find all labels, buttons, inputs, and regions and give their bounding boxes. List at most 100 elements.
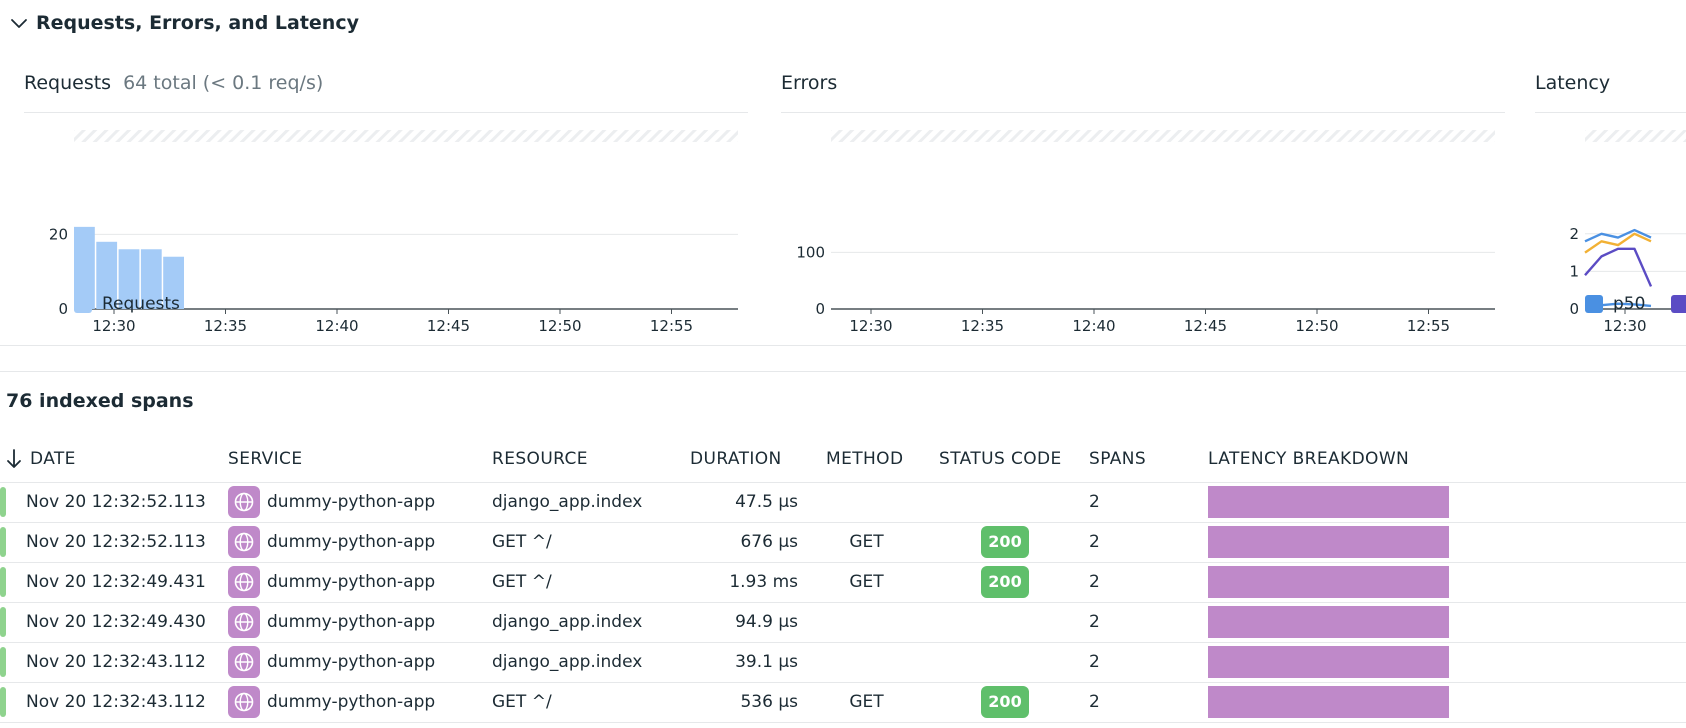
spans-cell: 2 <box>1082 522 1201 563</box>
service-cell[interactable]: dummy-python-app <box>228 602 475 643</box>
status-code-cell <box>928 602 1082 643</box>
legend-label-requests[interactable]: Requests <box>102 294 180 314</box>
method-cell <box>805 602 928 643</box>
spans-cell: 2 <box>1082 682 1201 723</box>
y-tick-label: 2 <box>1569 225 1579 243</box>
latency-panel: Latency 0 1 2 12:30 p50 <box>1535 64 1686 364</box>
requests-total: 64 total (< 0.1 req/s) <box>123 72 324 94</box>
chevron-down-icon[interactable] <box>8 12 30 34</box>
spans-cell: 2 <box>1082 602 1201 643</box>
y-tick-label: 100 <box>796 243 825 261</box>
latency-breakdown-cell <box>1201 562 1686 603</box>
column-header-resource[interactable]: RESOURCE <box>475 437 678 483</box>
resource-cell: GET ^/ <box>475 682 678 723</box>
section-divider <box>0 345 1686 346</box>
spans-cell: 2 <box>1082 642 1201 683</box>
x-tick-label: 12:45 <box>427 317 470 335</box>
service-cell[interactable]: dummy-python-app <box>228 562 475 603</box>
series-line <box>1584 247 1653 287</box>
column-header-method[interactable]: METHOD <box>805 437 928 483</box>
status-code-badge: 200 <box>981 566 1029 598</box>
service-cell[interactable]: dummy-python-app <box>228 522 475 563</box>
column-header-status-code[interactable]: STATUS CODE <box>928 437 1082 483</box>
service-name: dummy-python-app <box>267 652 436 672</box>
table-row[interactable]: Nov 20 12:32:43.112 dummy-python-app GET ^… <box>0 682 1686 723</box>
method-cell: GET <box>805 682 928 723</box>
column-header-spans[interactable]: SPANS <box>1082 437 1201 483</box>
table-row[interactable]: Nov 20 12:32:52.113 dummy-python-app GET ^… <box>0 522 1686 563</box>
column-header-service[interactable]: SERVICE <box>228 437 475 483</box>
latency-breakdown-bar <box>1208 646 1449 678</box>
column-header-duration[interactable]: DURATION <box>678 437 805 483</box>
column-header-latency-breakdown[interactable]: LATENCY BREAKDOWN <box>1201 437 1686 483</box>
service-cell[interactable]: dummy-python-app <box>228 682 475 723</box>
arrow-down-icon[interactable] <box>6 448 22 470</box>
duration-cell: 536 µs <box>678 682 805 723</box>
legend-swatch-p50 <box>1585 295 1603 313</box>
latency-chart[interactable]: 0 1 2 12:30 <box>1535 120 1686 335</box>
requests-title: Requests <box>24 72 112 94</box>
x-tick-label: 12:30 <box>1603 317 1646 335</box>
y-tick-label: 20 <box>49 225 68 243</box>
section-title: Requests, Errors, and Latency <box>36 12 359 34</box>
globe-icon <box>228 606 260 638</box>
method-cell <box>805 642 928 683</box>
status-code-cell <box>928 642 1082 683</box>
globe-icon <box>228 566 260 598</box>
latency-breakdown-bar <box>1208 686 1449 718</box>
requests-legend: Requests <box>74 294 206 314</box>
service-cell[interactable]: dummy-python-app <box>228 642 475 683</box>
x-tick-label: 12:35 <box>961 317 1004 335</box>
resource-cell: GET ^/ <box>475 562 678 603</box>
requests-chart[interactable]: 0 20 12:30 12:35 12:40 12:45 12:50 12:55 <box>24 120 748 335</box>
table-row[interactable]: Nov 20 12:32:52.113 dummy-python-app djang… <box>0 482 1686 523</box>
service-name: dummy-python-app <box>267 532 436 552</box>
partial-data-band <box>1585 130 1686 142</box>
date-cell: Nov 20 12:32:49.430 <box>6 602 228 643</box>
service-name: dummy-python-app <box>267 692 436 712</box>
date-cell: Nov 20 12:32:52.113 <box>6 482 228 523</box>
service-cell[interactable]: dummy-python-app <box>228 482 475 523</box>
duration-cell: 676 µs <box>678 522 805 563</box>
errors-chart[interactable]: 0 100 12:30 12:35 12:40 12:45 12:50 12:55 <box>781 120 1505 335</box>
section-header[interactable]: Requests, Errors, and Latency <box>8 6 359 40</box>
panel-divider <box>24 112 748 113</box>
x-tick-label: 12:40 <box>1072 317 1115 335</box>
x-tick-label: 12:40 <box>315 317 358 335</box>
date-cell: Nov 20 12:32:43.112 <box>6 682 228 723</box>
status-code-cell <box>928 482 1082 523</box>
duration-cell: 1.93 ms <box>678 562 805 603</box>
table-header-row: DATE SERVICE RESOURCE DURATION METHOD ST… <box>0 437 1686 483</box>
method-cell: GET <box>805 522 928 563</box>
y-tick-label: 1 <box>1569 262 1579 280</box>
legend-label-p50[interactable]: p50 <box>1613 294 1645 314</box>
resource-cell: django_app.index <box>475 602 678 643</box>
latency-breakdown-bar <box>1208 566 1449 598</box>
latency-breakdown-bar <box>1208 606 1449 638</box>
x-tick-label: 12:35 <box>204 317 247 335</box>
requests-panel: Requests 64 total (< 0.1 req/s) 0 20 12:30… <box>24 64 748 335</box>
x-tick-label: 12:30 <box>92 317 135 335</box>
table-row[interactable]: Nov 20 12:32:49.431 dummy-python-app GET ^… <box>0 562 1686 603</box>
latency-breakdown-cell <box>1201 602 1686 643</box>
service-name: dummy-python-app <box>267 572 436 592</box>
globe-icon <box>228 686 260 718</box>
latency-breakdown-bar <box>1208 486 1449 518</box>
latency-title: Latency <box>1535 72 1611 94</box>
x-tick-label: 12:50 <box>538 317 581 335</box>
duration-cell: 39.1 µs <box>678 642 805 683</box>
panel-divider <box>1535 112 1686 113</box>
y-tick-label: 0 <box>1569 300 1579 318</box>
table-row[interactable]: Nov 20 12:32:49.430 dummy-python-app djang… <box>0 602 1686 643</box>
status-code-badge: 200 <box>981 526 1029 558</box>
status-code-cell: 200 <box>928 682 1082 723</box>
latency-breakdown-cell <box>1201 682 1686 723</box>
latency-breakdown-cell <box>1201 482 1686 523</box>
table-row[interactable]: Nov 20 12:32:43.112 dummy-python-app djang… <box>0 642 1686 683</box>
date-cell: Nov 20 12:32:43.112 <box>6 642 228 683</box>
date-cell: Nov 20 12:32:49.431 <box>6 562 228 603</box>
column-header-date[interactable]: DATE <box>6 437 228 483</box>
duration-cell: 94.9 µs <box>678 602 805 643</box>
partial-data-band <box>74 130 738 142</box>
globe-icon <box>228 526 260 558</box>
